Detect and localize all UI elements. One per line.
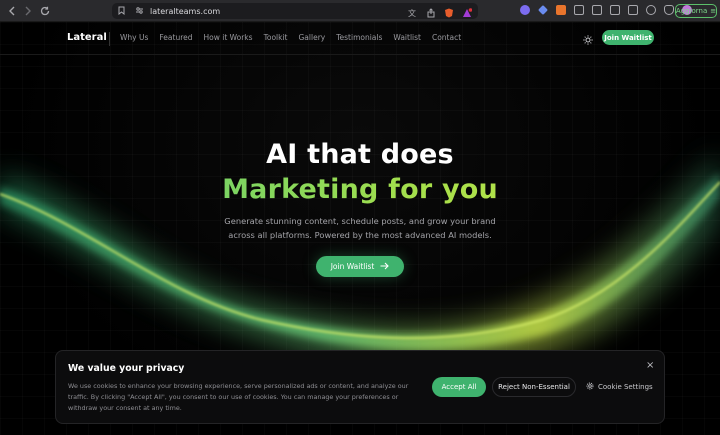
extension-diamond-icon[interactable] xyxy=(538,5,548,15)
nav-link-testimonials[interactable]: Testimonials xyxy=(336,33,382,42)
address-bar[interactable]: lateralteams.com 文 xyxy=(112,3,478,19)
extension-grid-icon[interactable] xyxy=(592,5,602,15)
forward-icon[interactable] xyxy=(24,6,32,16)
webpage: Lateral Why Us Featured How it Works Too… xyxy=(0,22,720,435)
nav-link-waitlist[interactable]: Waitlist xyxy=(393,33,421,42)
extensions-area xyxy=(520,5,692,15)
hero-title-line2: Marketing for you xyxy=(0,174,720,205)
site-info-icon[interactable] xyxy=(135,6,144,17)
site-header: Lateral Why Us Featured How it Works Too… xyxy=(0,22,720,55)
nav-link-featured[interactable]: Featured xyxy=(159,33,192,42)
translate-icon[interactable]: 文 xyxy=(408,5,418,18)
svg-text:文: 文 xyxy=(408,8,416,18)
cookie-settings-label: Cookie Settings xyxy=(598,383,653,391)
hero-subtitle-line1: Generate stunning content, schedule post… xyxy=(224,216,496,226)
nav-link-why-us[interactable]: Why Us xyxy=(120,33,148,42)
cookie-settings-button[interactable]: Cookie Settings xyxy=(586,377,653,397)
extension-cloud-icon[interactable] xyxy=(520,5,530,15)
sidebar-icon[interactable] xyxy=(610,5,620,15)
wallet-icon[interactable] xyxy=(628,5,638,15)
extension-puzzle-icon[interactable] xyxy=(574,5,584,15)
close-icon[interactable]: × xyxy=(646,360,654,371)
menu-icon: ≡ xyxy=(710,7,717,15)
nav-links: Why Us Featured How it Works Toolkit Gal… xyxy=(120,33,472,42)
update-label: Aggiorna xyxy=(675,7,708,15)
hero-subtitle-line2: across all platforms. Powered by the mos… xyxy=(228,230,492,240)
site-logo[interactable]: Lateral xyxy=(67,32,107,43)
hero-title-line1: AI that does xyxy=(266,139,454,170)
brave-rewards-icon[interactable] xyxy=(462,5,473,17)
nav-link-contact[interactable]: Contact xyxy=(432,33,461,42)
share-icon[interactable] xyxy=(426,5,436,18)
arrow-right-icon xyxy=(380,262,390,272)
browser-nav-buttons xyxy=(0,6,112,16)
back-icon[interactable] xyxy=(8,6,16,16)
browser-toolbar: lateralteams.com 文 Aggiorna ≡ xyxy=(0,0,720,22)
brave-shield-icon[interactable] xyxy=(444,5,454,18)
hero-join-waitlist-button[interactable]: Join Waitlist xyxy=(316,256,404,277)
nav-link-how-it-works[interactable]: How it Works xyxy=(204,33,253,42)
vpn-icon[interactable] xyxy=(664,5,674,15)
reload-icon[interactable] xyxy=(40,6,50,16)
reject-non-essential-button[interactable]: Reject Non-Essential xyxy=(492,377,576,397)
nav-join-waitlist-button[interactable]: Join Waitlist xyxy=(602,30,654,45)
nav-link-toolkit[interactable]: Toolkit xyxy=(264,33,288,42)
sun-icon[interactable] xyxy=(583,32,593,45)
cookie-banner: We value your privacy We use cookies to … xyxy=(55,350,665,424)
accept-all-button[interactable]: Accept All xyxy=(432,377,486,397)
cookie-body: We use cookies to enhance your browsing … xyxy=(68,382,409,412)
gear-icon xyxy=(586,382,594,392)
leo-icon[interactable] xyxy=(646,5,656,15)
url-text[interactable]: lateralteams.com xyxy=(150,7,220,16)
extension-bag-icon[interactable] xyxy=(556,5,566,15)
update-button[interactable]: Aggiorna ≡ xyxy=(675,4,717,18)
nav-link-gallery[interactable]: Gallery xyxy=(299,33,326,42)
nav-divider xyxy=(109,32,110,46)
cookie-title: We value your privacy xyxy=(68,363,185,374)
bookmark-icon[interactable] xyxy=(118,6,125,17)
hero-subtitle: Generate stunning content, schedule post… xyxy=(210,214,510,242)
hero-cta-label: Join Waitlist xyxy=(330,262,375,271)
